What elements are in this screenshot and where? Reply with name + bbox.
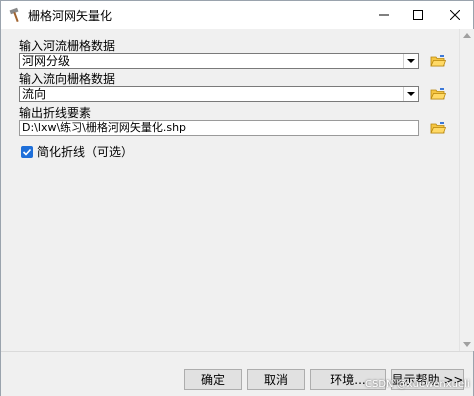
input-direction-value: 流向	[22, 87, 47, 101]
folder-open-icon[interactable]	[427, 118, 449, 138]
vertical-scrollbar[interactable]	[459, 29, 474, 351]
input-stream-label: 输入河流栅格数据	[19, 39, 116, 53]
scroll-up-icon[interactable]	[463, 33, 471, 38]
output-polyline-input[interactable]: D:\lxw\练习\栅格河网矢量化.shp	[19, 120, 419, 136]
folder-open-icon[interactable]	[427, 51, 449, 71]
input-direction-label: 输入流向栅格数据	[19, 72, 116, 86]
checkmark-icon	[22, 148, 32, 156]
window-title: 栅格河网矢量化	[28, 9, 113, 23]
cancel-button[interactable]: 取消	[247, 369, 305, 390]
simplify-checkbox[interactable]	[21, 145, 33, 158]
watermark: CSDN @xuewenxueli	[365, 379, 470, 390]
title-bar: 栅格河网矢量化	[1, 1, 473, 29]
folder-open-icon[interactable]	[427, 84, 449, 104]
ok-button[interactable]: 确定	[184, 369, 242, 390]
output-polyline-value: D:\lxw\练习\栅格河网矢量化.shp	[22, 121, 187, 134]
minimize-icon[interactable]	[366, 1, 402, 29]
dropdown-arrow-icon[interactable]	[403, 54, 418, 68]
simplify-label: 简化折线（可选）	[37, 145, 134, 159]
dialog-content: 输入河流栅格数据 河网分级 输入流向栅格数据 流向 输出折线要素 D:\lxw\…	[1, 29, 474, 351]
hammer-icon	[8, 7, 24, 23]
close-icon[interactable]	[437, 1, 473, 29]
simplify-polyline-option[interactable]: 简化折线（可选）	[21, 143, 133, 160]
input-stream-combo[interactable]: 河网分级	[19, 53, 419, 69]
tool-dialog: 栅格河网矢量化 输入河流栅格数据 河网分级 输入流向栅格数据 流向 输出折线要素…	[0, 0, 474, 396]
scroll-down-icon[interactable]	[463, 342, 471, 347]
input-stream-value: 河网分级	[22, 54, 71, 68]
parameters-panel: 输入河流栅格数据 河网分级 输入流向栅格数据 流向 输出折线要素 D:\lxw\…	[1, 29, 459, 351]
dropdown-arrow-icon[interactable]	[403, 87, 418, 101]
output-polyline-label: 输出折线要素	[19, 106, 92, 120]
input-direction-combo[interactable]: 流向	[19, 86, 419, 102]
maximize-icon[interactable]	[400, 1, 436, 29]
